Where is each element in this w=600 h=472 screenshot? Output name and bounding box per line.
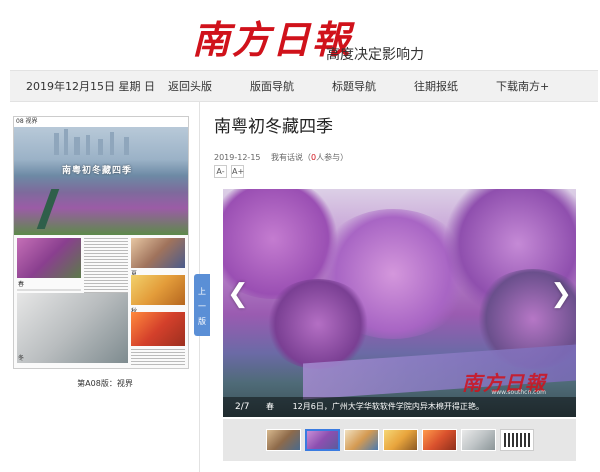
chevron-right-icon[interactable]: ❯ <box>550 281 572 307</box>
page-caption[interactable]: 第A08版：视界 <box>10 378 200 389</box>
gallery-thumb-active[interactable] <box>305 429 340 451</box>
site-slogan: 高度决定影响力 <box>326 47 424 63</box>
comment-link[interactable]: 我有话说（0人参与） <box>271 153 348 162</box>
gallery-thumb[interactable] <box>422 429 457 451</box>
page-hero-image: 南粤初冬藏四季 <box>14 127 188 235</box>
gallery-thumbnail-strip <box>223 419 576 461</box>
gallery-photo: 南方日報 www.southcn.com ❮ ❯ 2/7 春 12月6日，广州大… <box>223 189 576 417</box>
nav-item-back-to-front[interactable]: 返回头版 <box>168 78 212 94</box>
gallery-thumb[interactable] <box>461 429 496 451</box>
nav-date: 2019年12月15日 星期 日 <box>26 80 155 93</box>
site-header: 南方日報 高度决定影响力 <box>0 0 600 70</box>
article-main: 南粤初冬藏四季 2019-12-15 我有话说（0人参与） A- A+ 南方日報… <box>212 102 598 472</box>
gallery-thumb[interactable] <box>383 429 418 451</box>
nav-item-archive[interactable]: 往期报纸 <box>414 78 458 94</box>
photo-index: 2/7 <box>235 402 250 412</box>
article-date: 2019-12-15 <box>214 153 261 162</box>
nav-item-title-nav[interactable]: 标题导航 <box>332 78 376 94</box>
season-label-winter: 冬 <box>18 355 25 362</box>
font-larger-button[interactable]: A+ <box>231 165 244 178</box>
qr-code-thumb[interactable] <box>500 429 534 451</box>
nav-item-page-nav[interactable]: 版面导航 <box>250 78 294 94</box>
photo-caption-bar: 2/7 春 12月6日，广州大学华软软件学院内异木棉开得正艳。 <box>223 397 576 417</box>
chevron-left-icon[interactable]: ❮ <box>227 281 249 307</box>
newspaper-page-thumbnail[interactable]: 08 视界 南粤初冬藏四季 春 夏 秋 冬 <box>13 116 189 369</box>
gallery-thumb[interactable] <box>344 429 379 451</box>
season-label-spring: 春 <box>18 281 25 288</box>
page-label: 08 视界 <box>14 117 188 127</box>
top-nav: 2019年12月15日 星期 日 返回头版 版面导航 标题导航 往期报纸 下载南… <box>10 70 598 102</box>
font-size-controls: A- A+ <box>214 165 244 178</box>
photo-watermark-url: www.southcn.com <box>491 389 546 396</box>
page-hero-title: 南粤初冬藏四季 <box>62 166 133 176</box>
font-smaller-button[interactable]: A- <box>214 165 227 178</box>
previous-page-tab[interactable]: 上 一 版 <box>194 274 210 336</box>
photo-season: 春 <box>266 402 275 411</box>
gallery-thumb[interactable] <box>266 429 301 451</box>
page-preview-panel: 08 视界 南粤初冬藏四季 春 夏 秋 冬 第A08版：视界 <box>10 102 200 472</box>
article-meta: 2019-12-15 我有话说（0人参与） <box>214 152 348 163</box>
nav-item-download-app[interactable]: 下载南方+ <box>496 78 549 94</box>
article-title: 南粤初冬藏四季 <box>214 117 333 137</box>
photo-caption: 12月6日，广州大学华软软件学院内异木棉开得正艳。 <box>292 402 484 411</box>
